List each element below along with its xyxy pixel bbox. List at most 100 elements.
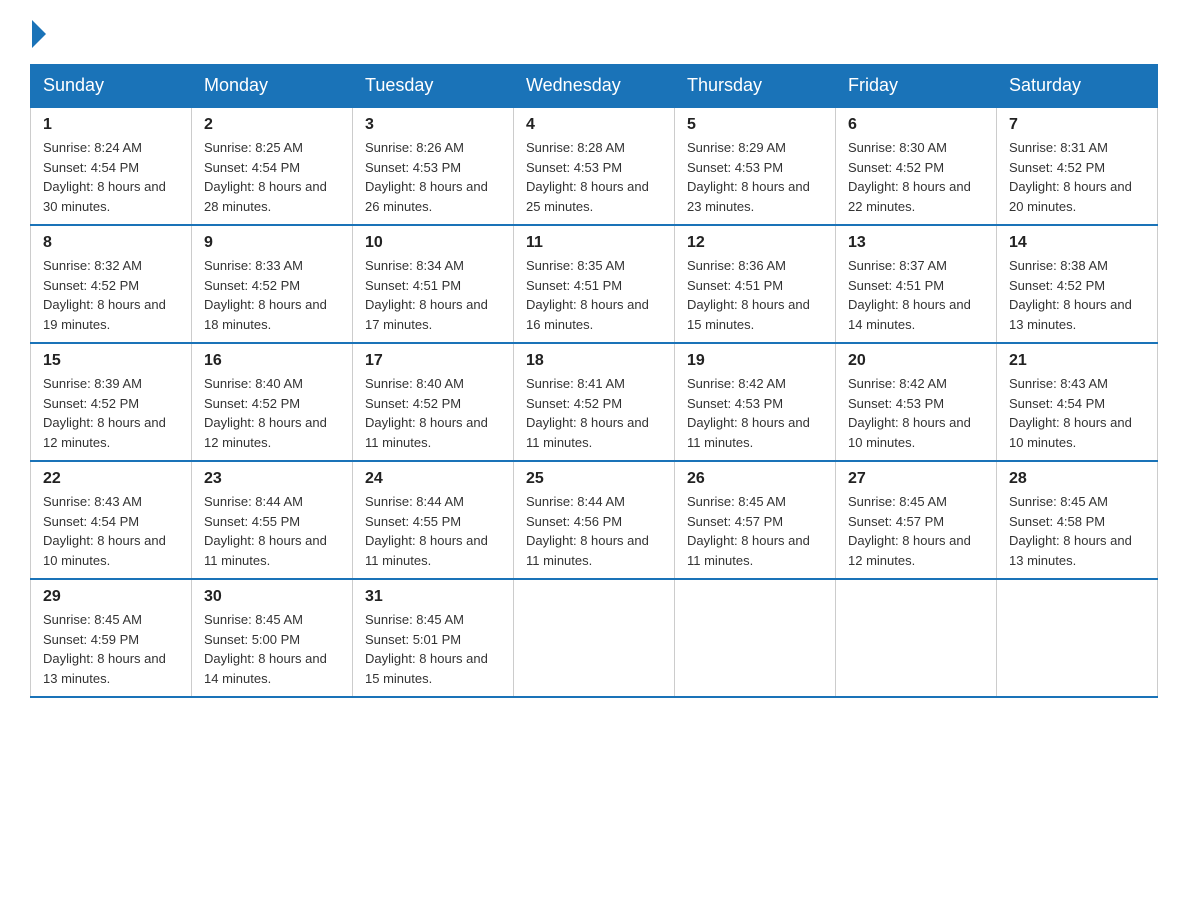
day-info: Sunrise: 8:44 AMSunset: 4:55 PMDaylight:… <box>365 494 488 568</box>
day-number: 12 <box>687 234 823 252</box>
day-number: 22 <box>43 470 179 488</box>
table-row: 2 Sunrise: 8:25 AMSunset: 4:54 PMDayligh… <box>192 107 353 225</box>
day-info: Sunrise: 8:24 AMSunset: 4:54 PMDaylight:… <box>43 140 166 214</box>
day-number: 10 <box>365 234 501 252</box>
calendar-week-row: 1 Sunrise: 8:24 AMSunset: 4:54 PMDayligh… <box>31 107 1158 225</box>
calendar-table: Sunday Monday Tuesday Wednesday Thursday… <box>30 64 1158 698</box>
table-row: 4 Sunrise: 8:28 AMSunset: 4:53 PMDayligh… <box>514 107 675 225</box>
header-saturday: Saturday <box>997 65 1158 108</box>
calendar-week-row: 29 Sunrise: 8:45 AMSunset: 4:59 PMDaylig… <box>31 579 1158 697</box>
day-number: 21 <box>1009 352 1145 370</box>
table-row: 18 Sunrise: 8:41 AMSunset: 4:52 PMDaylig… <box>514 343 675 461</box>
day-number: 2 <box>204 116 340 134</box>
day-number: 31 <box>365 588 501 606</box>
day-info: Sunrise: 8:45 AMSunset: 4:59 PMDaylight:… <box>43 612 166 686</box>
day-info: Sunrise: 8:28 AMSunset: 4:53 PMDaylight:… <box>526 140 649 214</box>
table-row: 30 Sunrise: 8:45 AMSunset: 5:00 PMDaylig… <box>192 579 353 697</box>
day-info: Sunrise: 8:42 AMSunset: 4:53 PMDaylight:… <box>848 376 971 450</box>
table-row: 15 Sunrise: 8:39 AMSunset: 4:52 PMDaylig… <box>31 343 192 461</box>
day-number: 23 <box>204 470 340 488</box>
table-row: 24 Sunrise: 8:44 AMSunset: 4:55 PMDaylig… <box>353 461 514 579</box>
day-info: Sunrise: 8:26 AMSunset: 4:53 PMDaylight:… <box>365 140 488 214</box>
day-info: Sunrise: 8:40 AMSunset: 4:52 PMDaylight:… <box>204 376 327 450</box>
weekday-header-row: Sunday Monday Tuesday Wednesday Thursday… <box>31 65 1158 108</box>
table-row: 19 Sunrise: 8:42 AMSunset: 4:53 PMDaylig… <box>675 343 836 461</box>
day-info: Sunrise: 8:45 AMSunset: 4:58 PMDaylight:… <box>1009 494 1132 568</box>
day-number: 7 <box>1009 116 1145 134</box>
day-number: 24 <box>365 470 501 488</box>
table-row: 25 Sunrise: 8:44 AMSunset: 4:56 PMDaylig… <box>514 461 675 579</box>
table-row: 27 Sunrise: 8:45 AMSunset: 4:57 PMDaylig… <box>836 461 997 579</box>
table-row: 20 Sunrise: 8:42 AMSunset: 4:53 PMDaylig… <box>836 343 997 461</box>
day-info: Sunrise: 8:35 AMSunset: 4:51 PMDaylight:… <box>526 258 649 332</box>
day-info: Sunrise: 8:42 AMSunset: 4:53 PMDaylight:… <box>687 376 810 450</box>
header-wednesday: Wednesday <box>514 65 675 108</box>
day-number: 19 <box>687 352 823 370</box>
table-row <box>514 579 675 697</box>
table-row: 16 Sunrise: 8:40 AMSunset: 4:52 PMDaylig… <box>192 343 353 461</box>
day-info: Sunrise: 8:25 AMSunset: 4:54 PMDaylight:… <box>204 140 327 214</box>
table-row <box>836 579 997 697</box>
day-number: 29 <box>43 588 179 606</box>
table-row: 31 Sunrise: 8:45 AMSunset: 5:01 PMDaylig… <box>353 579 514 697</box>
table-row: 9 Sunrise: 8:33 AMSunset: 4:52 PMDayligh… <box>192 225 353 343</box>
day-number: 20 <box>848 352 984 370</box>
day-info: Sunrise: 8:38 AMSunset: 4:52 PMDaylight:… <box>1009 258 1132 332</box>
day-number: 30 <box>204 588 340 606</box>
day-info: Sunrise: 8:45 AMSunset: 4:57 PMDaylight:… <box>848 494 971 568</box>
calendar-week-row: 8 Sunrise: 8:32 AMSunset: 4:52 PMDayligh… <box>31 225 1158 343</box>
day-number: 3 <box>365 116 501 134</box>
day-number: 17 <box>365 352 501 370</box>
page-header <box>30 20 1158 44</box>
day-number: 4 <box>526 116 662 134</box>
table-row: 7 Sunrise: 8:31 AMSunset: 4:52 PMDayligh… <box>997 107 1158 225</box>
day-number: 8 <box>43 234 179 252</box>
day-info: Sunrise: 8:31 AMSunset: 4:52 PMDaylight:… <box>1009 140 1132 214</box>
day-info: Sunrise: 8:30 AMSunset: 4:52 PMDaylight:… <box>848 140 971 214</box>
day-info: Sunrise: 8:32 AMSunset: 4:52 PMDaylight:… <box>43 258 166 332</box>
day-number: 28 <box>1009 470 1145 488</box>
table-row: 5 Sunrise: 8:29 AMSunset: 4:53 PMDayligh… <box>675 107 836 225</box>
day-number: 1 <box>43 116 179 134</box>
day-info: Sunrise: 8:43 AMSunset: 4:54 PMDaylight:… <box>43 494 166 568</box>
logo-text <box>30 20 48 48</box>
day-number: 13 <box>848 234 984 252</box>
day-info: Sunrise: 8:45 AMSunset: 5:00 PMDaylight:… <box>204 612 327 686</box>
day-info: Sunrise: 8:33 AMSunset: 4:52 PMDaylight:… <box>204 258 327 332</box>
table-row: 22 Sunrise: 8:43 AMSunset: 4:54 PMDaylig… <box>31 461 192 579</box>
table-row: 23 Sunrise: 8:44 AMSunset: 4:55 PMDaylig… <box>192 461 353 579</box>
day-info: Sunrise: 8:36 AMSunset: 4:51 PMDaylight:… <box>687 258 810 332</box>
day-number: 14 <box>1009 234 1145 252</box>
day-info: Sunrise: 8:44 AMSunset: 4:55 PMDaylight:… <box>204 494 327 568</box>
table-row: 28 Sunrise: 8:45 AMSunset: 4:58 PMDaylig… <box>997 461 1158 579</box>
table-row: 14 Sunrise: 8:38 AMSunset: 4:52 PMDaylig… <box>997 225 1158 343</box>
day-info: Sunrise: 8:40 AMSunset: 4:52 PMDaylight:… <box>365 376 488 450</box>
logo <box>30 20 48 44</box>
table-row: 29 Sunrise: 8:45 AMSunset: 4:59 PMDaylig… <box>31 579 192 697</box>
table-row: 8 Sunrise: 8:32 AMSunset: 4:52 PMDayligh… <box>31 225 192 343</box>
day-number: 26 <box>687 470 823 488</box>
day-number: 25 <box>526 470 662 488</box>
header-thursday: Thursday <box>675 65 836 108</box>
table-row: 13 Sunrise: 8:37 AMSunset: 4:51 PMDaylig… <box>836 225 997 343</box>
table-row: 11 Sunrise: 8:35 AMSunset: 4:51 PMDaylig… <box>514 225 675 343</box>
calendar-week-row: 15 Sunrise: 8:39 AMSunset: 4:52 PMDaylig… <box>31 343 1158 461</box>
day-info: Sunrise: 8:29 AMSunset: 4:53 PMDaylight:… <box>687 140 810 214</box>
day-info: Sunrise: 8:44 AMSunset: 4:56 PMDaylight:… <box>526 494 649 568</box>
day-number: 16 <box>204 352 340 370</box>
day-number: 15 <box>43 352 179 370</box>
header-friday: Friday <box>836 65 997 108</box>
table-row: 1 Sunrise: 8:24 AMSunset: 4:54 PMDayligh… <box>31 107 192 225</box>
calendar-week-row: 22 Sunrise: 8:43 AMSunset: 4:54 PMDaylig… <box>31 461 1158 579</box>
table-row: 17 Sunrise: 8:40 AMSunset: 4:52 PMDaylig… <box>353 343 514 461</box>
table-row: 21 Sunrise: 8:43 AMSunset: 4:54 PMDaylig… <box>997 343 1158 461</box>
table-row: 12 Sunrise: 8:36 AMSunset: 4:51 PMDaylig… <box>675 225 836 343</box>
day-number: 11 <box>526 234 662 252</box>
header-tuesday: Tuesday <box>353 65 514 108</box>
header-sunday: Sunday <box>31 65 192 108</box>
table-row <box>997 579 1158 697</box>
day-info: Sunrise: 8:45 AMSunset: 5:01 PMDaylight:… <box>365 612 488 686</box>
day-number: 9 <box>204 234 340 252</box>
table-row: 10 Sunrise: 8:34 AMSunset: 4:51 PMDaylig… <box>353 225 514 343</box>
day-info: Sunrise: 8:39 AMSunset: 4:52 PMDaylight:… <box>43 376 166 450</box>
